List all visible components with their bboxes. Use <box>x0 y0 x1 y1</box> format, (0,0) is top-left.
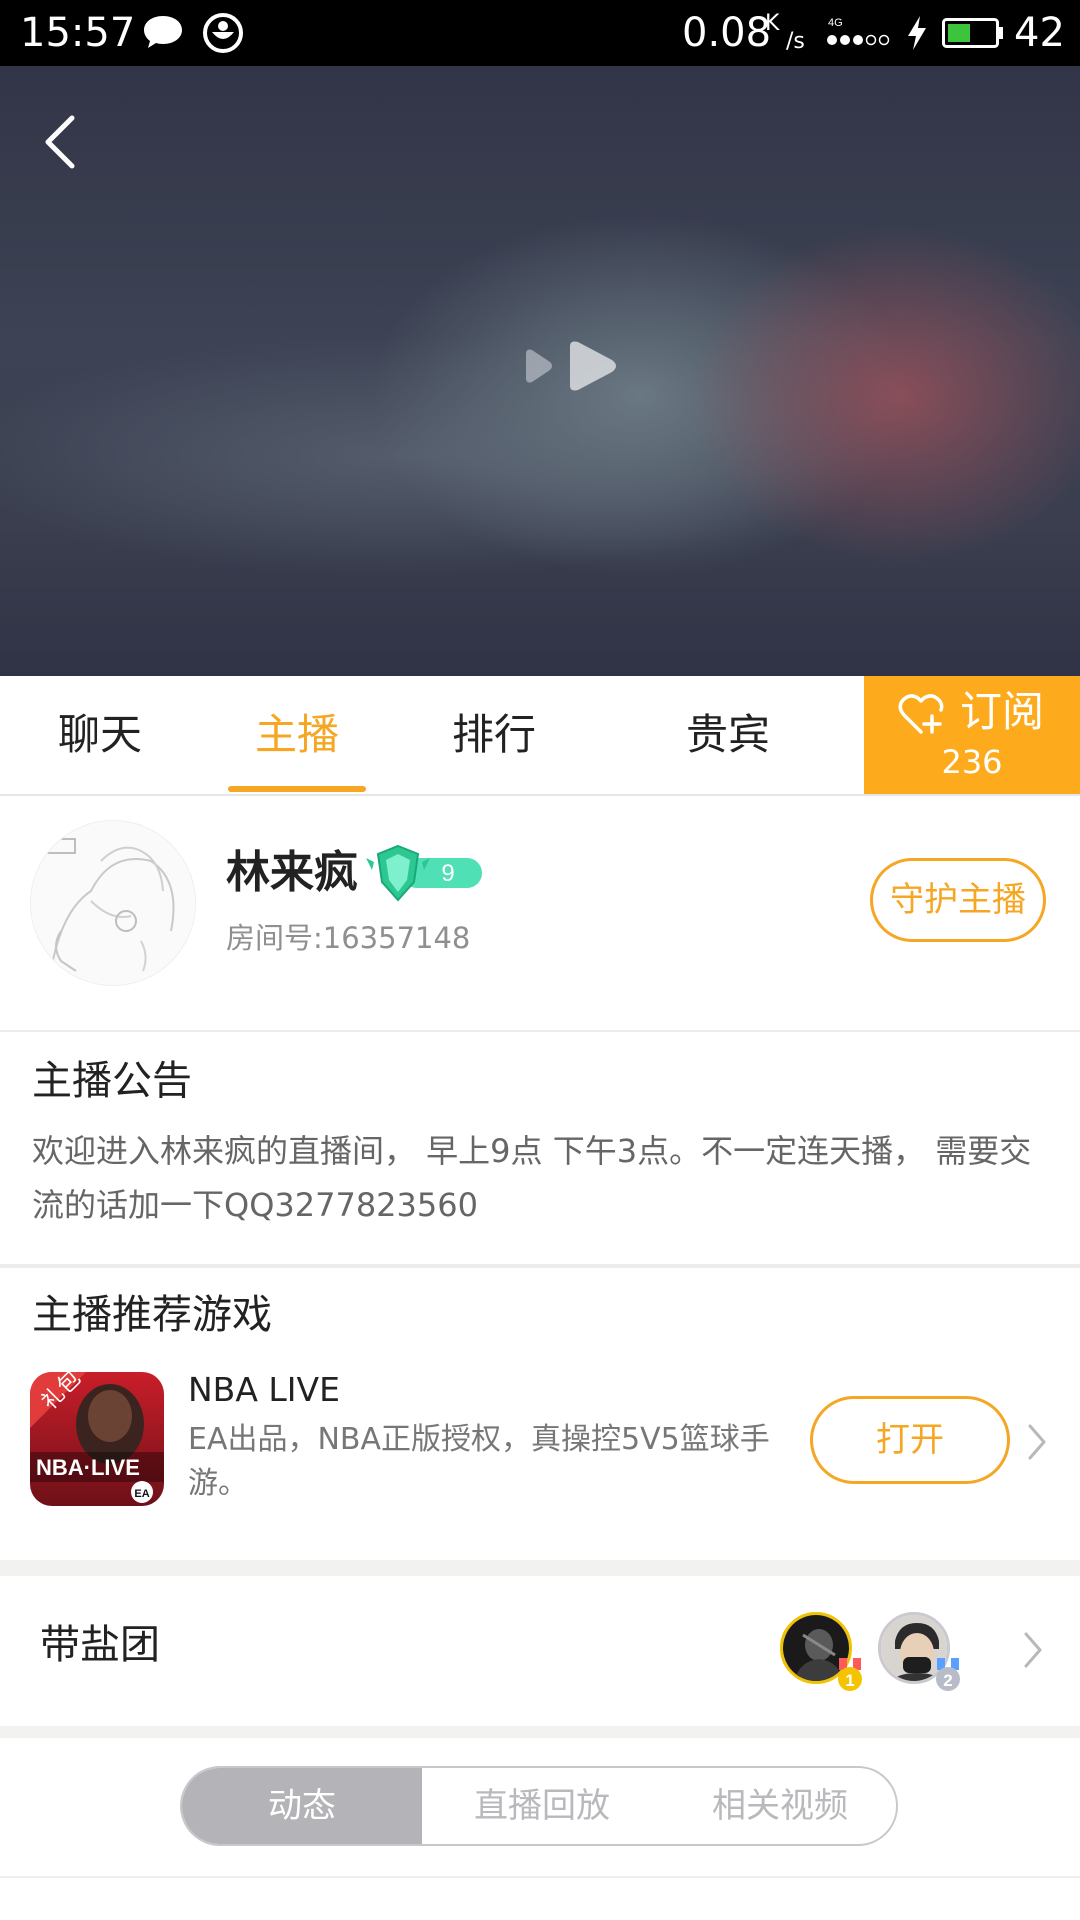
tab-ranking[interactable]: 排行 <box>434 676 554 794</box>
announcement-title: 主播公告 <box>32 1058 192 1104</box>
video-player[interactable] <box>0 66 1080 676</box>
net-speed-unit-k: K <box>765 11 780 36</box>
net-speed-unit-s: /s <box>786 29 805 54</box>
charging-bolt-icon <box>908 16 926 50</box>
tab-chat[interactable]: 聊天 <box>40 676 160 794</box>
content-segmented-control: 动态 直播回放 相关视频 <box>180 1766 898 1846</box>
subscribe-label: 订阅 <box>960 687 1045 736</box>
rank-badge-2: 2 <box>936 1658 960 1691</box>
game-name: NBA LIVE <box>188 1370 340 1409</box>
heart-plus-icon <box>898 694 944 734</box>
game-icon[interactable]: 礼包 NBA·LIVE EA <box>30 1372 164 1506</box>
play-icon[interactable] <box>520 336 640 396</box>
recommended-game-title: 主播推荐游戏 <box>32 1292 272 1338</box>
announcement-section: 主播公告 欢迎进入林来疯的直播间， 早上9点 下午3点。不一定连天播， 需要交流… <box>0 1032 1080 1268</box>
status-time: 15:57 <box>20 10 136 56</box>
segment-feed[interactable]: 动态 <box>182 1768 422 1844</box>
rank-badge-1: 1 <box>838 1658 862 1691</box>
recommended-game-section: 主播推荐游戏 礼包 NBA·LIVE EA NBA LIVE EA出品，NBA正… <box>0 1268 1080 1560</box>
chevron-right-icon[interactable] <box>1026 1422 1048 1462</box>
status-bar: 15:57 0.08 K /s 4G 42 <box>0 0 1080 66</box>
segment-live-replay[interactable]: 直播回放 <box>422 1768 662 1844</box>
level-number: 9 <box>441 860 454 887</box>
signal-4g-icon: 4G <box>827 17 890 46</box>
bottom-divider <box>0 1876 1080 1878</box>
section-divider <box>0 1726 1080 1738</box>
game-icon-title: NBA·LIVE <box>36 1455 140 1480</box>
app-circle-icon <box>203 13 243 53</box>
salt-group-title: 带盐团 <box>40 1622 160 1668</box>
battery-icon <box>942 18 1003 48</box>
anchor-info: 林来疯 9 房间号:16357148 守护主播 <box>0 796 1080 1032</box>
chevron-right-icon[interactable] <box>1022 1630 1044 1670</box>
tab-vip[interactable]: 贵宾 <box>668 676 788 794</box>
segment-related-videos[interactable]: 相关视频 <box>662 1768 896 1844</box>
open-game-button[interactable]: 打开 <box>810 1396 1010 1484</box>
guard-anchor-button[interactable]: 守护主播 <box>870 858 1046 942</box>
salt-group-row[interactable]: 带盐团 1 2 <box>0 1576 1080 1726</box>
avatar[interactable] <box>30 820 196 986</box>
tab-anchor[interactable]: 主播 <box>236 676 358 794</box>
net-speed: 0.08 <box>682 10 772 56</box>
rank-number-1: 1 <box>845 1671 854 1690</box>
active-tab-indicator <box>228 786 366 792</box>
room-id: 房间号:16357148 <box>226 921 471 955</box>
battery-level: 42 <box>1014 10 1065 56</box>
chevron-left-icon[interactable] <box>36 106 88 178</box>
nba-live-icon: 礼包 NBA·LIVE EA <box>30 1372 164 1506</box>
section-divider <box>0 1560 1080 1576</box>
svg-text:EA: EA <box>134 1488 149 1500</box>
tab-bar: 聊天 主播 排行 贵宾 订阅 236 <box>0 676 1080 796</box>
avatar-sketch-image <box>31 821 195 985</box>
subscribe-count: 236 <box>941 743 1003 781</box>
chat-bubble-icon <box>144 16 182 48</box>
rank-number-2: 2 <box>943 1671 952 1690</box>
svg-text:4G: 4G <box>828 17 843 29</box>
level-badge: 9 <box>366 844 482 902</box>
game-description: EA出品，NBA正版授权，真操控5V5篮球手游。 <box>188 1422 770 1501</box>
subscribe-button[interactable]: 订阅 236 <box>864 676 1080 794</box>
announcement-text: 欢迎进入林来疯的直播间， 早上9点 下午3点。不一定连天播， 需要交流的话加一下… <box>32 1132 1032 1224</box>
anchor-name: 林来疯 <box>226 847 358 898</box>
